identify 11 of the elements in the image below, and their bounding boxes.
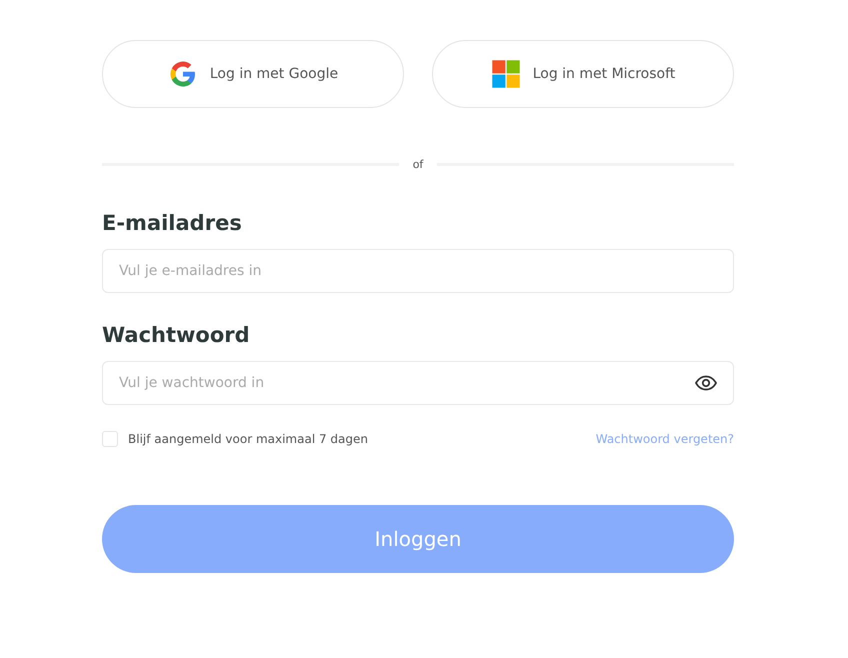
input-field[interactable]: Vul je e-mailadres in [102, 249, 734, 293]
checkbox-label: Blijf aangemeld voor maximaal 7 dagen [128, 432, 368, 446]
four-squares-icon [490, 59, 521, 89]
field-label: Wachtwoord [102, 323, 251, 347]
checkbox[interactable] [102, 431, 118, 447]
google-g-icon [168, 59, 198, 89]
input-field[interactable]: Vul je wachtwoord in [102, 361, 734, 405]
divider-text: of [412, 158, 424, 171]
social-login-button[interactable]: Log in met Microsoft [432, 40, 734, 108]
field-label: E-mailadres [102, 211, 243, 235]
social-login-button[interactable]: Log in met Google [102, 40, 404, 108]
